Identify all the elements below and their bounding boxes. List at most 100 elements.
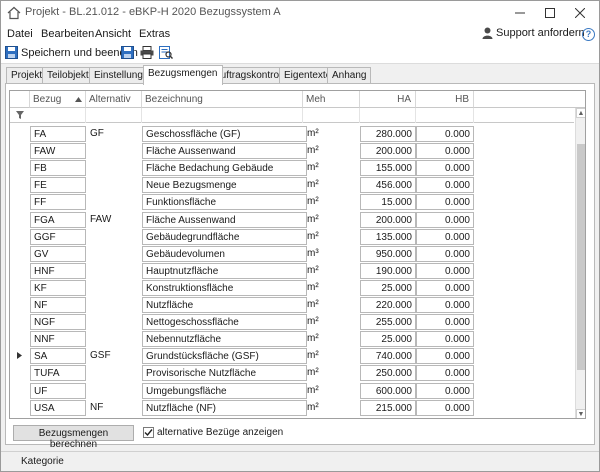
cell-bezeichnung[interactable]: Gebäudevolumen <box>142 245 307 262</box>
cell-bezug[interactable]: KF <box>30 279 86 296</box>
print-button[interactable] <box>140 46 154 59</box>
cell-bezeichnung[interactable]: Fläche Aussenwand <box>142 143 307 160</box>
cell-hb[interactable]: 0.000 <box>416 279 474 296</box>
alternative-references-checkbox[interactable]: alternative Bezüge anzeigen <box>143 427 283 438</box>
cell-bezeichnung[interactable]: Umgebungsfläche <box>142 382 307 399</box>
cell-meh[interactable]: m² <box>307 265 319 276</box>
filter-cell-hb[interactable] <box>416 108 474 123</box>
close-button[interactable] <box>565 1 595 25</box>
cell-meh[interactable]: m² <box>307 145 319 156</box>
save-and-close-button[interactable]: Speichern und beenden <box>5 46 138 59</box>
cell-hb[interactable]: 0.000 <box>416 348 474 365</box>
cell-ha[interactable]: 135.000 <box>360 228 416 245</box>
cell-ha[interactable]: 155.000 <box>360 160 416 177</box>
table-row[interactable]: NNF Nebennutzfläche m² 25.000 0.000 <box>10 330 574 348</box>
table-row[interactable]: SA GSF Grundstücksfläche (GSF) m² 740.000 0.0… <box>10 347 574 365</box>
cell-bezug[interactable]: GGF <box>30 228 86 245</box>
cell-alternativ[interactable]: GF <box>90 128 104 139</box>
cell-bezeichnung[interactable]: Fläche Aussenwand <box>142 211 307 228</box>
table-row[interactable]: GGF Gebäudegrundfläche m² 135.000 0.000 <box>10 228 574 245</box>
cell-ha[interactable]: 250.000 <box>360 365 416 382</box>
cell-hb[interactable]: 0.000 <box>416 382 474 399</box>
cell-bezug[interactable]: FF <box>30 194 86 211</box>
cell-ha[interactable]: 200.000 <box>360 211 416 228</box>
table-row[interactable]: FF Funktionsfläche m² 15.000 0.000 <box>10 193 574 211</box>
cell-bezug[interactable]: SA <box>30 348 86 365</box>
cell-meh[interactable]: m² <box>307 367 319 378</box>
cell-bezug[interactable]: HNF <box>30 262 86 279</box>
cell-hb[interactable]: 0.000 <box>416 211 474 228</box>
table-row[interactable]: NF Nutzfläche m² 220.000 0.000 <box>10 296 574 313</box>
cell-bezug[interactable]: FB <box>30 160 86 177</box>
cell-bezeichnung[interactable]: Nutzfläche <box>142 297 307 313</box>
cell-bezug[interactable]: USA <box>30 399 86 416</box>
filter-row[interactable] <box>10 108 574 123</box>
cell-hb[interactable]: 0.000 <box>416 365 474 382</box>
cell-bezeichnung[interactable]: Fläche Bedachung Gebäude <box>142 160 307 177</box>
scroll-up-icon[interactable]: ▲ <box>576 108 585 118</box>
filter-cell-bezug[interactable] <box>30 108 86 123</box>
cell-hb[interactable]: 0.000 <box>416 126 474 142</box>
cell-ha[interactable]: 280.000 <box>360 126 416 142</box>
table-row[interactable]: FGA FAW Fläche Aussenwand m² 200.000 0.000 <box>10 211 574 228</box>
cell-bezeichnung[interactable]: Nutzfläche (NF) <box>142 399 307 416</box>
column-header-ha[interactable]: HA <box>360 91 416 108</box>
filter-cell-ha[interactable] <box>360 108 416 123</box>
table-row[interactable]: TUFA Provisorische Nutzfläche m² 250.000 0.0… <box>10 364 574 382</box>
cell-ha[interactable]: 740.000 <box>360 348 416 365</box>
cell-hb[interactable]: 0.000 <box>416 331 474 348</box>
cell-meh[interactable]: m² <box>307 196 319 207</box>
menu-ansicht[interactable]: Ansicht <box>95 28 131 40</box>
cell-bezug[interactable]: FE <box>30 177 86 194</box>
column-header-alternativ[interactable]: Alternativ <box>86 91 142 108</box>
cell-ha[interactable]: 255.000 <box>360 314 416 331</box>
cell-ha[interactable]: 15.000 <box>360 194 416 211</box>
table-row[interactable]: FE Neue Bezugsmenge m² 456.000 0.000 <box>10 176 574 194</box>
cell-meh[interactable]: m² <box>307 333 319 344</box>
cell-bezug[interactable]: GV <box>30 245 86 262</box>
tab-bezugsmengen[interactable]: Bezugsmengen <box>143 65 223 85</box>
cell-bezeichnung[interactable]: Grundstücksfläche (GSF) <box>142 348 307 365</box>
table-row[interactable]: KF Konstruktionsfläche m² 25.000 0.000 <box>10 279 574 296</box>
cell-bezug[interactable]: FGA <box>30 211 86 228</box>
help-icon[interactable]: ? <box>582 28 595 41</box>
cell-meh[interactable]: m² <box>307 316 319 327</box>
cell-meh[interactable]: m³ <box>307 248 319 259</box>
cell-hb[interactable]: 0.000 <box>416 245 474 262</box>
cell-ha[interactable]: 600.000 <box>360 382 416 399</box>
cell-meh[interactable]: m² <box>307 299 319 310</box>
column-header-hb[interactable]: HB <box>416 91 474 108</box>
cell-bezeichnung[interactable]: Nebennutzfläche <box>142 331 307 348</box>
cell-hb[interactable]: 0.000 <box>416 262 474 279</box>
cell-bezeichnung[interactable]: Hauptnutzfläche <box>142 262 307 279</box>
cell-bezug[interactable]: NF <box>30 297 86 313</box>
column-header-bezug[interactable]: Bezug <box>30 91 86 108</box>
scrollbar-thumb[interactable] <box>577 144 585 370</box>
table-row[interactable]: USA NF Nutzfläche (NF) m² 215.000 0.000 <box>10 399 574 416</box>
checkbox-box[interactable] <box>143 427 154 438</box>
cell-hb[interactable]: 0.000 <box>416 177 474 194</box>
column-header-bezeichnung[interactable]: Bezeichnung <box>142 91 303 108</box>
column-header-meh[interactable]: Meh <box>303 91 360 108</box>
table-row[interactable]: UF Umgebungsfläche m² 600.000 0.000 <box>10 382 574 399</box>
table-row[interactable]: FA GF Geschossfläche (GF) m² 280.000 0.000 <box>10 125 574 142</box>
cell-ha[interactable]: 25.000 <box>360 279 416 296</box>
cell-meh[interactable]: m² <box>307 385 319 396</box>
support-request-button[interactable]: Support anfordern <box>482 27 585 39</box>
tab-anhang[interactable]: Anhang <box>327 67 372 84</box>
cell-meh[interactable]: m² <box>307 128 319 139</box>
table-row[interactable]: FB Fläche Bedachung Gebäude m² 155.000 0.000 <box>10 159 574 177</box>
tab-projekt[interactable]: Projekt <box>6 67 48 84</box>
cell-meh[interactable]: m² <box>307 162 319 173</box>
cell-meh[interactable]: m² <box>307 350 319 361</box>
cell-meh[interactable]: m² <box>307 402 319 413</box>
print-preview-button[interactable] <box>159 46 173 59</box>
cell-bezeichnung[interactable]: Konstruktionsfläche <box>142 279 307 296</box>
cell-bezeichnung[interactable]: Nettogeschossfläche <box>142 314 307 331</box>
calculate-quantities-button[interactable]: Bezugsmengen berechnen <box>13 425 134 450</box>
cell-ha[interactable]: 456.000 <box>360 177 416 194</box>
cell-alternativ[interactable]: GSF <box>90 350 111 361</box>
save-button[interactable] <box>121 46 134 59</box>
minimize-button[interactable] <box>505 1 535 25</box>
scroll-down-icon[interactable]: ▼ <box>576 409 585 418</box>
